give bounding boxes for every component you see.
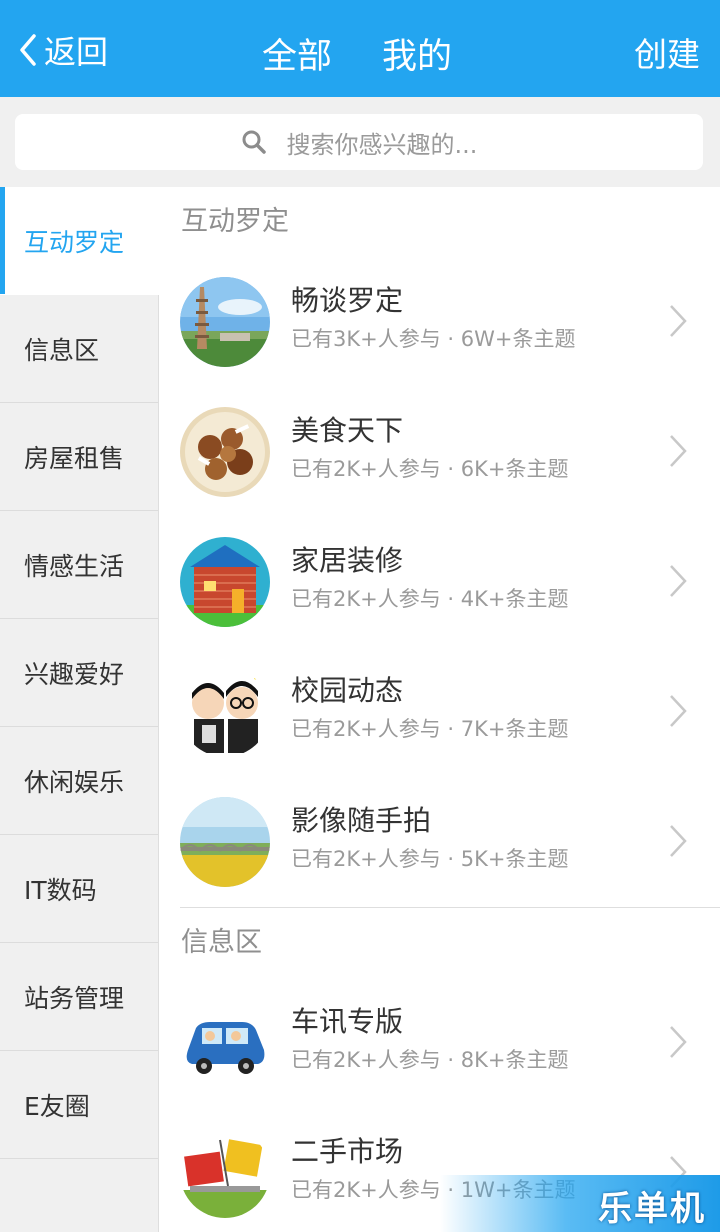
chevron-right-icon [670,435,687,467]
chevron-right-icon [670,305,687,337]
forum-stats: 已有2K+人参与 · 8K+条主题 [291,1048,569,1072]
forum-title: 影像随手拍 [291,804,432,837]
chevron-right-icon [670,565,687,597]
chevron-left-icon [20,34,36,66]
house-icon [180,537,270,627]
sidebar-item-it-digital[interactable]: IT数码 [0,835,158,943]
forum-title: 校园动态 [291,674,404,707]
chevron-right-icon [670,825,687,857]
forum-stats: 已有2K+人参与 · 5K+条主题 [291,847,569,871]
section-title: 互动罗定 [181,206,289,237]
back-label: 返回 [44,33,109,71]
sidebar-item-hobbies[interactable]: 兴趣爱好 [0,619,158,727]
sidebar-item-interactive-luoding[interactable]: 互动罗定 [0,187,159,295]
forum-list: 互动罗定 畅谈罗定 已有3K+人参与 · 6W+条主题 美食天下 已有2K+人参… [159,187,720,1232]
chevron-right-icon [670,695,687,727]
forum-title: 美食天下 [291,414,404,447]
list-item[interactable]: 车讯专版 已有2K+人参与 · 8K+条主题 [159,978,720,1108]
list-item[interactable]: 校园动态 已有2K+人参与 · 7K+条主题 [159,647,720,777]
search-placeholder: 搜索你感兴趣的... [286,130,478,159]
list-item[interactable]: 家居装修 已有2K+人参与 · 4K+条主题 [159,517,720,647]
search-input[interactable]: 搜索你感兴趣的... [15,114,703,170]
create-button[interactable]: 创建 [634,28,700,76]
sidebar-item-emotion[interactable]: 情感生活 [0,511,158,619]
watermark-text: 乐单机 [598,1189,706,1229]
bridge-landscape-photo-icon [180,797,270,887]
search-area: 搜索你感兴趣的... [0,97,720,187]
section-title: 信息区 [181,927,262,958]
forum-title: 家居装修 [291,544,404,577]
buy-sell-icon [180,1128,270,1218]
category-sidebar: 互动罗定 信息区 房屋租售 情感生活 兴趣爱好 休闲娱乐 IT数码 站务管理 E… [0,187,159,1232]
sidebar-item-e-friends[interactable]: E友圈 [0,1051,158,1159]
food-photo-icon [180,407,270,497]
sidebar-item-leisure[interactable]: 休闲娱乐 [0,727,158,835]
sidebar-item-info[interactable]: 信息区 [0,295,158,403]
students-icon [180,667,270,757]
list-item[interactable]: 美食天下 已有2K+人参与 · 6K+条主题 [159,387,720,517]
forum-stats: 已有2K+人参与 · 7K+条主题 [291,717,569,741]
top-bar: 返回 全部 我的 创建 [0,0,720,97]
back-button[interactable]: 返回 [14,28,108,72]
list-item[interactable]: 畅谈罗定 已有3K+人参与 · 6W+条主题 [159,257,720,387]
forum-title: 车讯专版 [291,1005,404,1038]
forum-stats: 已有3K+人参与 · 6W+条主题 [291,327,576,351]
pagoda-photo-icon [180,277,270,367]
tab-mine[interactable]: 我的 [382,28,452,79]
forum-stats: 已有2K+人参与 · 6K+条主题 [291,457,569,481]
watermark-logo: 乐单机 [440,1175,720,1232]
forum-title: 畅谈罗定 [291,284,404,317]
forum-title: 二手市场 [291,1135,404,1168]
sidebar-item-housing[interactable]: 房屋租售 [0,403,158,511]
tab-all[interactable]: 全部 [262,28,332,79]
search-icon [242,130,266,154]
sidebar-item-site-admin[interactable]: 站务管理 [0,943,158,1051]
chevron-right-icon [670,1026,687,1058]
forum-stats: 已有2K+人参与 · 4K+条主题 [291,587,569,611]
car-icon [180,998,270,1088]
list-item[interactable]: 影像随手拍 已有2K+人参与 · 5K+条主题 [159,777,720,907]
